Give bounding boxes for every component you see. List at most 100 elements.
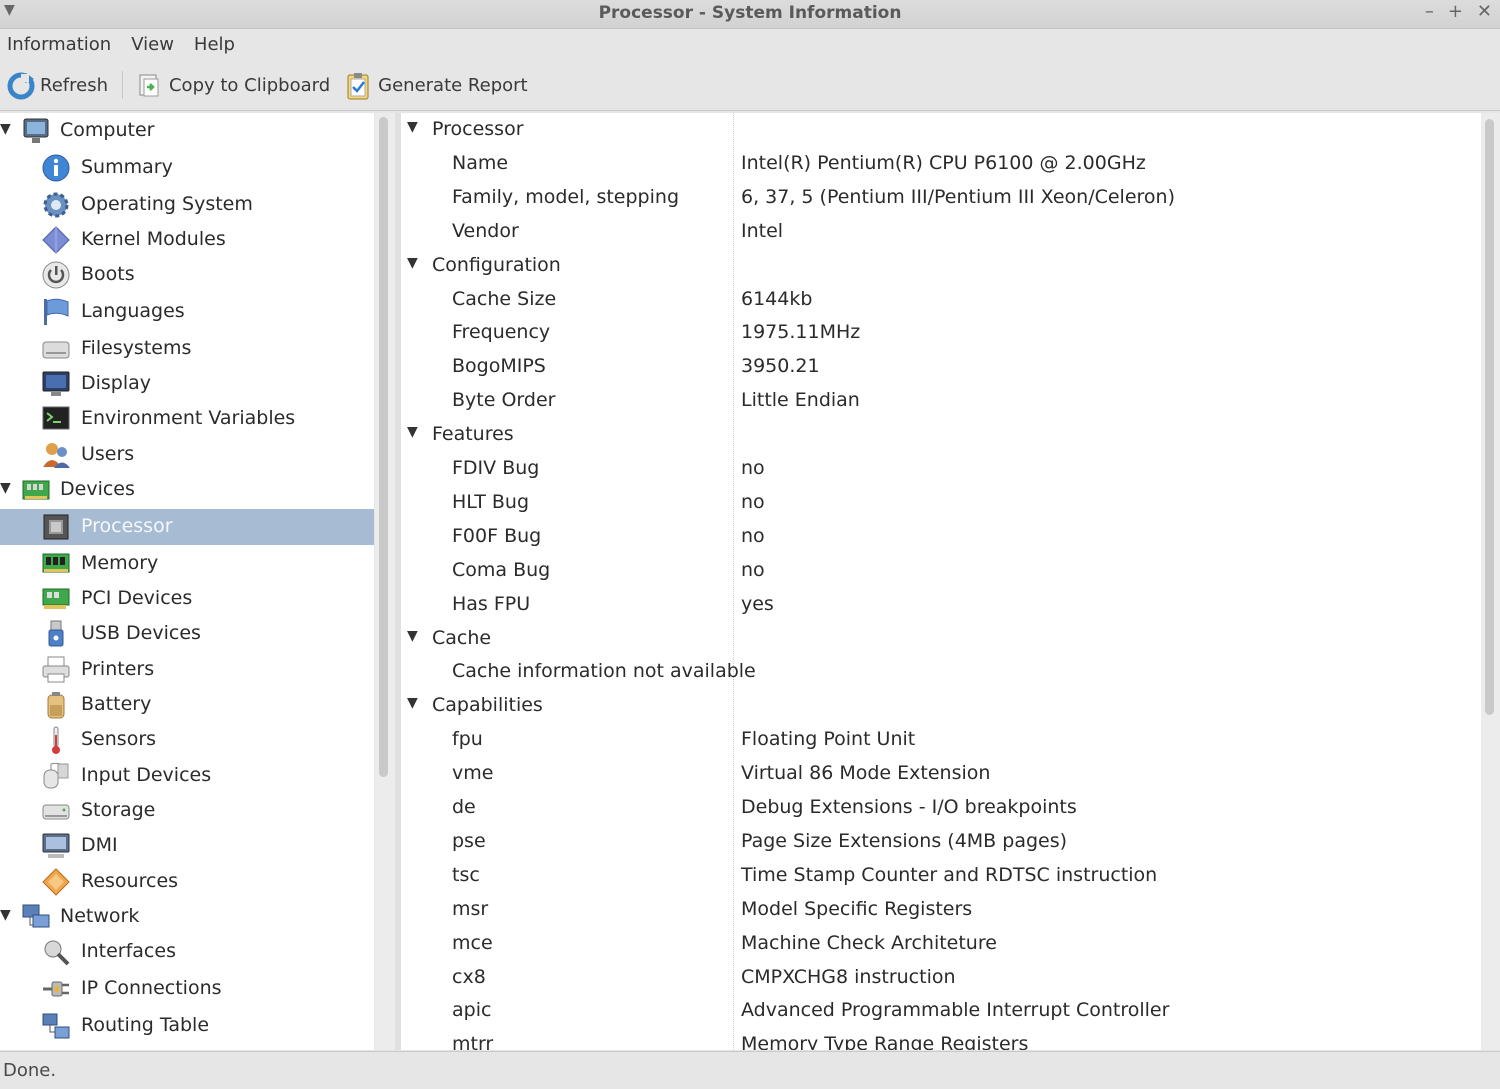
sidebar-item-network[interactable]: ▼ Network [0, 899, 374, 935]
expander-icon[interactable]: ▼ [407, 424, 418, 440]
flag-icon [40, 296, 72, 328]
detail-row: de Debug Extensions - I/O breakpoints [401, 791, 1481, 825]
clipboard-icon [135, 71, 163, 99]
sidebar-item-environment-variables[interactable]: Environment Variables [0, 401, 374, 437]
detail-row: Frequency 1975.11MHz [401, 316, 1481, 350]
sidebar-item-processor[interactable]: Processor [0, 509, 374, 545]
detail-row: tsc Time Stamp Counter and RDTSC instruct… [401, 859, 1481, 893]
report-label: Generate Report [378, 74, 528, 96]
sidebar-item-dmi[interactable]: DMI [0, 828, 374, 864]
sidebar-item-languages[interactable]: Languages [0, 294, 374, 330]
detail-key: mtrr [452, 1033, 494, 1050]
refresh-button[interactable]: Refresh [0, 65, 116, 105]
sidebar-item-filesystems[interactable]: Filesystems [0, 331, 374, 367]
copy-label: Copy to Clipboard [168, 74, 331, 96]
detail-key: BogoMIPS [452, 355, 546, 378]
sidebar-item-storage[interactable]: Storage [0, 793, 374, 829]
detail-value: Intel [741, 219, 784, 242]
detail-row: F00F Bug no [401, 520, 1481, 554]
detail-key: Has FPU [452, 592, 531, 615]
detail-value: yes [741, 592, 774, 615]
section-title: Features [432, 423, 514, 446]
users-icon [40, 439, 72, 471]
detail-key: Frequency [452, 321, 551, 344]
expander-icon[interactable]: ▼ [407, 119, 418, 135]
sidebar-item-kernel-modules[interactable]: Kernel Modules [0, 222, 374, 258]
detail-value: no [741, 524, 765, 547]
detail-value: Debug Extensions - I/O breakpoints [741, 796, 1077, 818]
section-header[interactable]: ▼ Capabilities [401, 689, 1481, 723]
detail-value: Model Specific Registers [741, 897, 973, 920]
menu-help[interactable]: Help [187, 34, 248, 55]
sidebar-item-sensors[interactable]: Sensors [0, 722, 374, 758]
close-button[interactable]: ✕ [1477, 1, 1492, 22]
expander-icon[interactable]: ▼ [0, 907, 11, 923]
detail-key: apic [452, 999, 492, 1022]
sidebar-item-input-devices[interactable]: Input Devices [0, 758, 374, 794]
sidebar-item-usb-devices[interactable]: USB Devices [0, 616, 374, 652]
expander-icon[interactable]: ▼ [0, 480, 11, 496]
sidebar-item-display[interactable]: Display [0, 366, 374, 402]
details-scrollbar-thumb[interactable] [1485, 119, 1494, 715]
sidebar-item-interfaces[interactable]: Interfaces [0, 934, 374, 970]
detail-value: no [741, 558, 765, 581]
section-header[interactable]: ▼ Features [401, 418, 1481, 452]
detail-value: Machine Check Architeture [741, 931, 997, 954]
maximize-button[interactable]: + [1448, 1, 1463, 22]
minimize-button[interactable]: – [1425, 1, 1434, 22]
thermometer-icon [40, 724, 72, 756]
section-header[interactable]: ▼ Configuration [401, 249, 1481, 283]
sidebar-item-label: Summary [81, 156, 173, 178]
sidebar-item-label: Environment Variables [81, 407, 296, 429]
detail-key: msr [452, 897, 489, 920]
detail-row: Family, model, stepping 6, 37, 5 (Pentium… [401, 181, 1481, 215]
sidebar-item-memory[interactable]: Memory [0, 546, 374, 582]
sidebar-item-pci-devices[interactable]: PCI Devices [0, 581, 374, 617]
sidebar-item-ip-connections[interactable]: IP Connections [0, 971, 374, 1007]
section-title: Configuration [432, 253, 561, 276]
detail-key: mce [452, 931, 493, 954]
detail-row: apic Advanced Programmable Interrupt Cont… [401, 994, 1481, 1028]
expander-icon[interactable]: ▼ [407, 695, 418, 711]
status-bar: Done. [0, 1051, 1500, 1089]
sidebar-item-label: DMI [81, 834, 118, 856]
sidebar-item-computer[interactable]: ▼ Computer [0, 113, 374, 149]
battery-icon [40, 689, 72, 721]
printer-icon [40, 654, 72, 686]
detail-row: HLT Bug no [401, 486, 1481, 520]
sidebar-scrollbar-thumb[interactable] [379, 117, 388, 777]
sidebar-item-label: IP Connections [81, 977, 222, 999]
section-header[interactable]: ▼ Processor [401, 113, 1481, 147]
interfaces-icon [40, 936, 72, 968]
sidebar-item-summary[interactable]: Summary [0, 150, 374, 186]
detail-row: Vendor Intel [401, 215, 1481, 249]
copy-to-clipboard-button[interactable]: Copy to Clipboard [129, 65, 338, 105]
sidebar-item-label: Processor [81, 515, 173, 537]
menu-view[interactable]: View [124, 34, 187, 55]
detail-key: Byte Order [452, 389, 556, 412]
generate-report-button[interactable]: Generate Report [338, 65, 535, 105]
section-title: Capabilities [432, 694, 543, 717]
sidebar-item-devices[interactable]: ▼ Devices [0, 472, 374, 508]
expander-icon[interactable]: ▼ [407, 628, 418, 644]
plug-icon [40, 973, 72, 1005]
sidebar-tree[interactable]: ▼ Computer Summary Operating System Kernel M… [0, 113, 374, 1050]
expander-icon[interactable]: ▼ [0, 121, 11, 137]
sidebar-item-operating-system[interactable]: Operating System [0, 187, 374, 223]
menu-information[interactable]: Information [0, 34, 124, 55]
expander-icon[interactable]: ▼ [407, 255, 418, 271]
detail-row: Cache information not available [401, 655, 1481, 689]
sidebar-item-battery[interactable]: Battery [0, 687, 374, 723]
sidebar-scrollbar[interactable] [375, 113, 395, 1050]
section-header[interactable]: ▼ Cache [401, 622, 1481, 656]
details-pane: ▼ Processor Name Intel(R) Pentium(R) CPU P6… [401, 113, 1481, 1050]
detail-value: no [741, 490, 765, 513]
sidebar-item-resources[interactable]: Resources [0, 864, 374, 900]
sidebar-item-users[interactable]: Users [0, 437, 374, 473]
detail-row: Byte Order Little Endian [401, 384, 1481, 418]
sidebar-item-printers[interactable]: Printers [0, 652, 374, 688]
details-scrollbar[interactable] [1481, 113, 1500, 1050]
sidebar-item-routing-table[interactable]: Routing Table [0, 1008, 374, 1044]
sidebar-item-label: Boots [81, 263, 135, 285]
sidebar-item-boots[interactable]: Boots [0, 257, 374, 293]
